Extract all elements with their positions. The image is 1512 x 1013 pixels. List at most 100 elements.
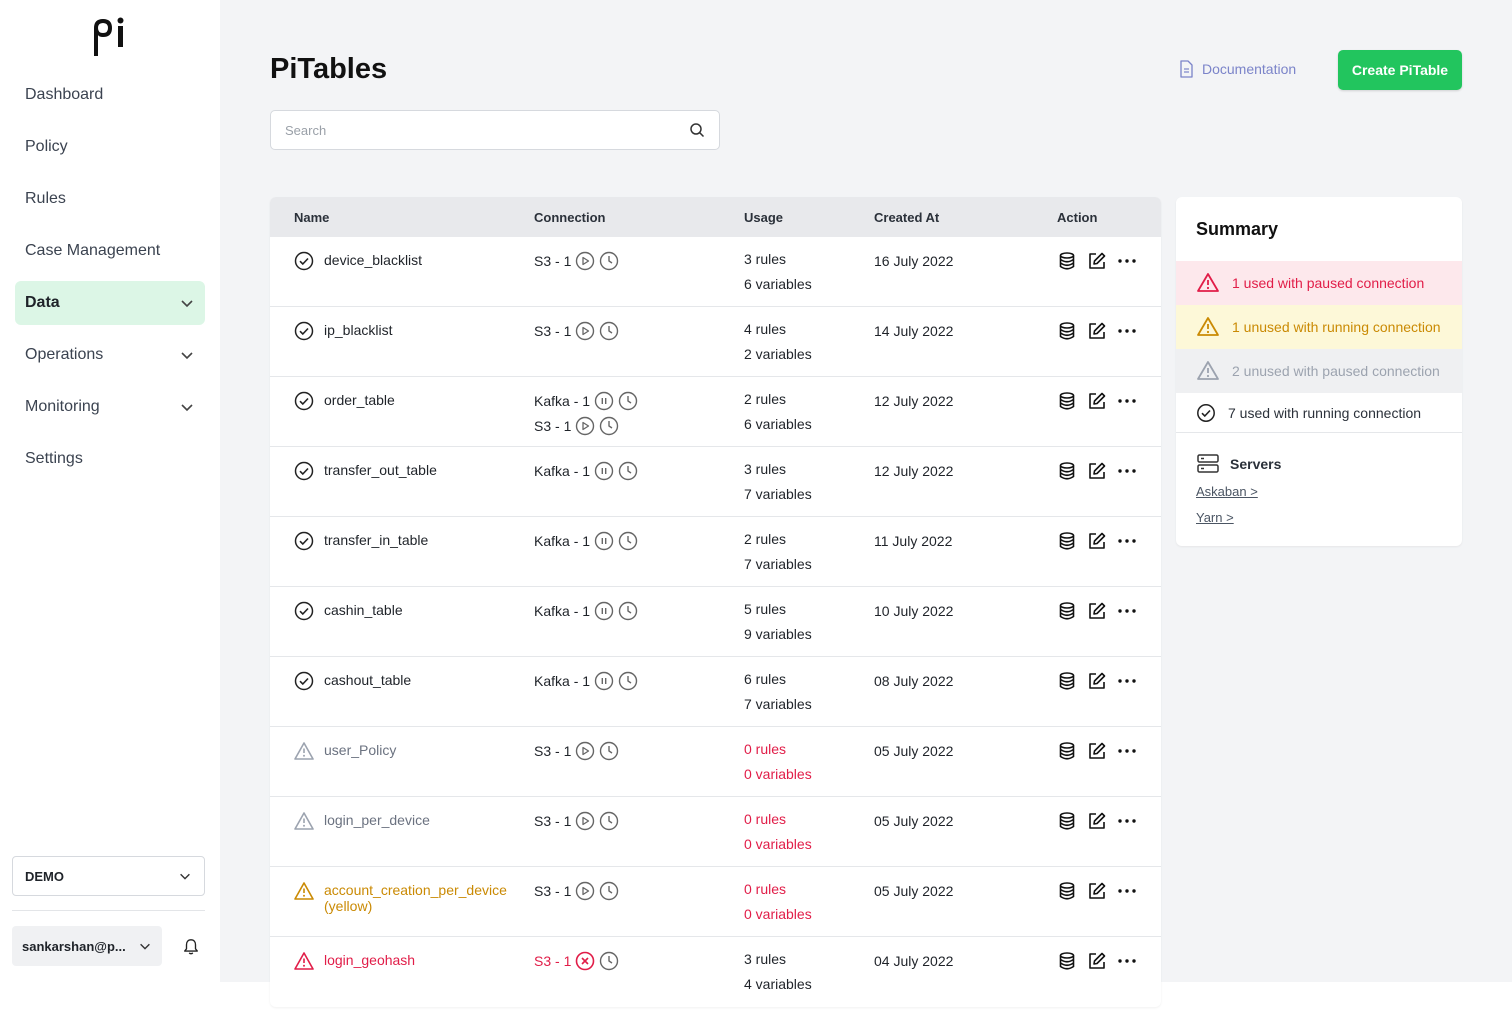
sidebar-item-case-management[interactable]: Case Management <box>15 229 205 273</box>
table-row[interactable]: transfer_out_table Kafka - 1 3 rules 7 vari… <box>270 447 1161 517</box>
pitable-name[interactable]: login_per_device <box>324 811 430 828</box>
search-input[interactable] <box>285 122 665 138</box>
edit-icon[interactable] <box>1087 251 1107 271</box>
more-options-icon[interactable] <box>1117 461 1137 481</box>
schedule-clock-icon[interactable] <box>618 391 638 411</box>
column-header-usage[interactable]: Usage <box>744 210 783 225</box>
column-header-created-at[interactable]: Created At <box>874 210 939 225</box>
table-row[interactable]: login_geohash S3 - 1 3 rules 4 variables 04 … <box>270 937 1161 1007</box>
play-circle-icon[interactable] <box>575 741 595 761</box>
connection-label[interactable]: Kafka - 1 <box>534 533 590 549</box>
column-header-name[interactable]: Name <box>294 210 329 225</box>
sidebar-item-dashboard[interactable]: Dashboard <box>15 73 205 117</box>
create-pitable-button[interactable]: Create PiTable <box>1338 50 1462 90</box>
environment-select[interactable]: DEMO <box>12 856 205 896</box>
more-options-icon[interactable] <box>1117 321 1137 341</box>
schedule-clock-icon[interactable] <box>599 951 619 971</box>
edit-icon[interactable] <box>1087 461 1107 481</box>
table-row[interactable]: login_per_device S3 - 1 0 rules 0 variables… <box>270 797 1161 867</box>
pause-circle-icon[interactable] <box>594 531 614 551</box>
documentation-link[interactable]: Documentation <box>1178 60 1296 78</box>
schedule-clock-icon[interactable] <box>599 741 619 761</box>
play-circle-icon[interactable] <box>575 811 595 831</box>
pitable-name[interactable]: login_geohash <box>324 951 415 968</box>
more-options-icon[interactable] <box>1117 741 1137 761</box>
schedule-clock-icon[interactable] <box>599 251 619 271</box>
server-link-askaban[interactable]: Askaban > <box>1196 484 1258 499</box>
connection-label[interactable]: Kafka - 1 <box>534 463 590 479</box>
table-row[interactable]: transfer_in_table Kafka - 1 2 rules 7 varia… <box>270 517 1161 587</box>
pause-circle-icon[interactable] <box>594 671 614 691</box>
pause-circle-icon[interactable] <box>594 461 614 481</box>
connection-label[interactable]: Kafka - 1 <box>534 673 590 689</box>
table-row[interactable]: device_blacklist S3 - 1 3 rules 6 variables… <box>270 237 1161 307</box>
summary-unused-running[interactable]: 1 unused with running connection <box>1176 305 1462 349</box>
summary-used-paused[interactable]: 1 used with paused connection <box>1176 261 1462 305</box>
database-icon[interactable] <box>1057 251 1077 271</box>
pause-circle-icon[interactable] <box>594 601 614 621</box>
pause-circle-icon[interactable] <box>594 391 614 411</box>
pitable-name[interactable]: device_blacklist <box>324 251 422 268</box>
more-options-icon[interactable] <box>1117 531 1137 551</box>
table-row[interactable]: cashin_table Kafka - 1 5 rules 9 variables 1… <box>270 587 1161 657</box>
bell-icon[interactable] <box>182 938 200 956</box>
edit-icon[interactable] <box>1087 671 1107 691</box>
connection-label[interactable]: Kafka - 1 <box>534 393 590 409</box>
sidebar-item-data[interactable]: Data <box>15 281 205 325</box>
schedule-clock-icon[interactable] <box>599 416 619 436</box>
more-options-icon[interactable] <box>1117 601 1137 621</box>
database-icon[interactable] <box>1057 741 1077 761</box>
table-row[interactable]: account_creation_per_device (yellow) S3 -… <box>270 867 1161 937</box>
database-icon[interactable] <box>1057 461 1077 481</box>
table-row[interactable]: user_Policy S3 - 1 0 rules 0 variables 05 Ju… <box>270 727 1161 797</box>
schedule-clock-icon[interactable] <box>618 461 638 481</box>
more-options-icon[interactable] <box>1117 671 1137 691</box>
sidebar-item-rules[interactable]: Rules <box>15 177 205 221</box>
database-icon[interactable] <box>1057 881 1077 901</box>
table-row[interactable]: cashout_table Kafka - 1 6 rules 7 variables… <box>270 657 1161 727</box>
database-icon[interactable] <box>1057 951 1077 971</box>
more-options-icon[interactable] <box>1117 881 1137 901</box>
play-circle-icon[interactable] <box>575 251 595 271</box>
edit-icon[interactable] <box>1087 951 1107 971</box>
more-options-icon[interactable] <box>1117 811 1137 831</box>
connection-label[interactable]: S3 - 1 <box>534 953 571 969</box>
database-icon[interactable] <box>1057 601 1077 621</box>
pitable-name[interactable]: account_creation_per_device (yellow) <box>324 881 524 914</box>
sidebar-item-settings[interactable]: Settings <box>15 437 205 481</box>
connection-label[interactable]: S3 - 1 <box>534 418 571 434</box>
sidebar-item-operations[interactable]: Operations <box>15 333 205 377</box>
schedule-clock-icon[interactable] <box>618 671 638 691</box>
summary-unused-paused[interactable]: 2 unused with paused connection <box>1176 349 1462 393</box>
schedule-clock-icon[interactable] <box>599 881 619 901</box>
edit-icon[interactable] <box>1087 881 1107 901</box>
server-link-yarn[interactable]: Yarn > <box>1196 510 1234 525</box>
pi-logo[interactable] <box>90 16 130 58</box>
pitable-name[interactable]: order_table <box>324 391 395 408</box>
play-circle-icon[interactable] <box>575 881 595 901</box>
pitable-name[interactable]: cashin_table <box>324 601 403 618</box>
more-options-icon[interactable] <box>1117 251 1137 271</box>
database-icon[interactable] <box>1057 671 1077 691</box>
edit-icon[interactable] <box>1087 531 1107 551</box>
sidebar-item-policy[interactable]: Policy <box>15 125 205 169</box>
pitable-name[interactable]: user_Policy <box>324 741 396 758</box>
pitable-name[interactable]: cashout_table <box>324 671 411 688</box>
table-row[interactable]: ip_blacklist S3 - 1 4 rules 2 variables 14 J… <box>270 307 1161 377</box>
more-options-icon[interactable] <box>1117 951 1137 971</box>
pitable-name[interactable]: transfer_out_table <box>324 461 437 478</box>
connection-label[interactable]: Kafka - 1 <box>534 603 590 619</box>
connection-label[interactable]: S3 - 1 <box>534 253 571 269</box>
edit-icon[interactable] <box>1087 741 1107 761</box>
edit-icon[interactable] <box>1087 321 1107 341</box>
connection-label[interactable]: S3 - 1 <box>534 743 571 759</box>
pitable-name[interactable]: transfer_in_table <box>324 531 428 548</box>
database-icon[interactable] <box>1057 811 1077 831</box>
play-circle-icon[interactable] <box>575 321 595 341</box>
pitable-name[interactable]: ip_blacklist <box>324 321 392 338</box>
connection-label[interactable]: S3 - 1 <box>534 323 571 339</box>
play-circle-icon[interactable] <box>575 416 595 436</box>
more-options-icon[interactable] <box>1117 391 1137 411</box>
database-icon[interactable] <box>1057 391 1077 411</box>
search-icon[interactable] <box>689 122 705 138</box>
